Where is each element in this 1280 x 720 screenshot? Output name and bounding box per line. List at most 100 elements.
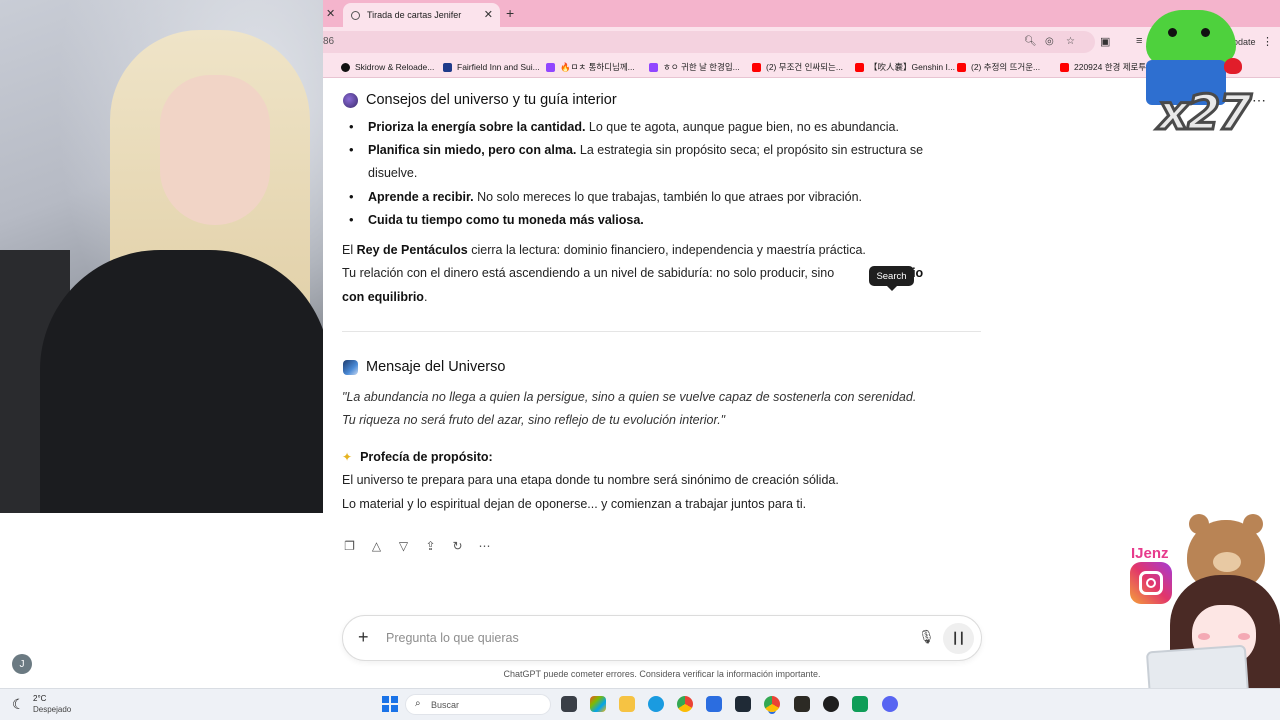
youtube-icon xyxy=(957,62,966,72)
milky-way-icon xyxy=(343,359,358,375)
dizzy-star-icon: ✦ xyxy=(342,450,353,464)
more-vert-icon[interactable]: ⋮ xyxy=(1262,35,1273,48)
bookmark-favicon-icon xyxy=(341,62,350,72)
obs-icon[interactable] xyxy=(823,696,839,712)
webcam-overlay xyxy=(0,0,323,513)
twitch-icon xyxy=(546,62,555,72)
instagram-lens xyxy=(1146,578,1156,588)
regenerate-icon[interactable]: ↻ xyxy=(450,538,465,553)
more-horizontal-icon[interactable]: ⋯ xyxy=(477,538,492,553)
paragraph: Lo material y lo espiritual dejan de opo… xyxy=(342,497,807,511)
store-icon[interactable] xyxy=(706,696,722,712)
bookmark-item[interactable]: 🔥ㅁㅊ 통하디님께... xyxy=(546,61,635,73)
add-attachment-icon[interactable]: + xyxy=(358,627,369,648)
windows-taskbar xyxy=(0,688,1280,720)
section-divider xyxy=(342,331,981,332)
youtube-icon xyxy=(752,62,761,72)
bookmark-item[interactable]: Fairfield Inn and Sui... xyxy=(443,61,540,73)
list-item: Planifica sin miedo, pero con alma. La e… xyxy=(349,142,923,157)
search-tooltip: Search xyxy=(869,266,914,291)
bookmark-item[interactable]: 【吹人嚢】Genshin I... xyxy=(855,61,955,73)
edge-icon[interactable] xyxy=(648,696,664,712)
weather-temp[interactable]: 2°C xyxy=(33,694,46,703)
paragraph: con equilibrio. xyxy=(342,290,428,304)
emote-counter: x27 xyxy=(1157,84,1254,143)
instagram-icon xyxy=(1130,562,1172,604)
voice-mode-icon[interactable]: ┃┃ xyxy=(943,623,974,654)
section-heading-mensaje: Mensaje del Universo xyxy=(343,359,505,375)
terminal-icon[interactable] xyxy=(735,696,751,712)
menu-lines-icon[interactable]: ≡ xyxy=(1136,35,1142,47)
tab-title: Tirada de cartas Jenifer xyxy=(367,10,462,20)
list-item-continuation: disuelve. xyxy=(368,166,418,180)
discord-icon[interactable] xyxy=(882,696,898,712)
weather-desc[interactable]: Despejado xyxy=(33,705,71,714)
file-explorer-icon[interactable] xyxy=(619,696,635,712)
prompt-input[interactable]: Pregunta lo que quieras xyxy=(386,631,519,645)
copilot-icon[interactable] xyxy=(590,696,606,712)
new-tab-button[interactable]: + xyxy=(506,5,514,21)
prophecy-label: ✦ Profecía de propósito: xyxy=(342,450,493,464)
zoom-icon[interactable]: 🔍︎ xyxy=(1024,36,1037,47)
quote-line: Tu riqueza no será fruto del azar, sino … xyxy=(342,413,726,427)
bookmark-item[interactable]: (2) 무조건 인싸되는... xyxy=(752,61,843,73)
avatar-cheek xyxy=(1198,633,1210,640)
bear-snout xyxy=(1213,552,1241,572)
prompt-composer[interactable]: + Pregunta lo que quieras 🎙︎ ┃┃ xyxy=(342,615,982,661)
chrome-active-icon[interactable] xyxy=(764,696,780,712)
bear-ear xyxy=(1189,514,1209,534)
list-item: Cuida tu tiempo como tu moneda más valio… xyxy=(349,212,644,227)
close-icon[interactable]: ✕ xyxy=(326,7,335,20)
microphone-icon[interactable]: 🎙︎ xyxy=(918,629,935,645)
bookmark-favicon-icon xyxy=(443,62,452,72)
browser-tab-active[interactable]: Tirada de cartas Jenifer ✕ xyxy=(343,3,500,27)
list-item: Prioriza la energía sobre la cantidad. L… xyxy=(349,119,899,134)
avatar[interactable]: J xyxy=(12,654,32,674)
bookmark-item[interactable]: 220924 한경 제로투... xyxy=(1060,61,1153,73)
eye-off-icon[interactable]: ◎ xyxy=(1045,36,1054,47)
star-icon[interactable]: ☆ xyxy=(1066,36,1075,47)
address-bar[interactable] xyxy=(323,31,1095,53)
more-options-icon[interactable]: ⋯ xyxy=(1252,92,1266,109)
taskbar-search[interactable]: ⌕ Buscar xyxy=(405,694,551,715)
webcam-sweater xyxy=(40,250,323,513)
taskbar-search-label: Buscar xyxy=(431,700,460,710)
webcam-face xyxy=(160,75,270,225)
windows-start-icon[interactable] xyxy=(382,696,398,712)
youtube-icon xyxy=(1060,62,1069,72)
task-view-icon[interactable] xyxy=(561,696,577,712)
url-text[interactable]: 86 xyxy=(323,36,334,47)
thumbs-up-icon[interactable]: △ xyxy=(369,538,384,553)
quote-line: "La abundancia no llega a quien la persi… xyxy=(342,390,917,404)
chatgpt-favicon-icon xyxy=(351,10,360,20)
section-heading-consejos: Consejos del universo y tu guía interior xyxy=(343,92,617,108)
frog-eye xyxy=(1201,28,1210,37)
bookmark-item[interactable]: ㅎㅇ 귀한 날 한경입... xyxy=(649,61,740,73)
frog-head xyxy=(1146,10,1236,65)
disclaimer-text: ChatGPT puede cometer errores. Considera… xyxy=(503,669,821,679)
share-icon[interactable]: ⇪ xyxy=(423,538,438,553)
list-item: Aprende a recibir. No solo mereces lo qu… xyxy=(349,189,862,204)
twitch-icon xyxy=(649,62,658,72)
paragraph: El universo te prepara para una etapa do… xyxy=(342,473,839,487)
paragraph: Tu relación con el dinero está ascendien… xyxy=(342,266,923,280)
tab-close-icon[interactable]: ✕ xyxy=(484,8,493,21)
message-actions: ❐ △ ▽ ⇪ ↻ ⋯ xyxy=(342,538,492,556)
heart-icon xyxy=(1224,58,1242,74)
instagram-handle: IJenz xyxy=(1131,545,1169,562)
chrome-icon[interactable] xyxy=(677,696,693,712)
thumbs-down-icon[interactable]: ▽ xyxy=(396,538,411,553)
bookmark-item[interactable]: Skidrow & Reloade... xyxy=(341,61,434,73)
youtube-icon xyxy=(855,62,864,72)
moon-icon[interactable]: ☾ xyxy=(12,696,25,713)
avatar-cheek xyxy=(1238,633,1250,640)
app-icon[interactable] xyxy=(794,696,810,712)
copy-icon[interactable]: ❐ xyxy=(342,538,357,553)
bear-ear xyxy=(1243,514,1263,534)
app-icon[interactable] xyxy=(852,696,868,712)
extensions-icon[interactable]: ▣ xyxy=(1100,35,1110,48)
paragraph: El Rey de Pentáculos cierra la lectura: … xyxy=(342,243,866,257)
bookmark-item[interactable]: (2) 추정의 뜨거운... xyxy=(957,61,1040,73)
crystal-ball-icon xyxy=(343,92,358,108)
frog-eye xyxy=(1168,28,1177,37)
